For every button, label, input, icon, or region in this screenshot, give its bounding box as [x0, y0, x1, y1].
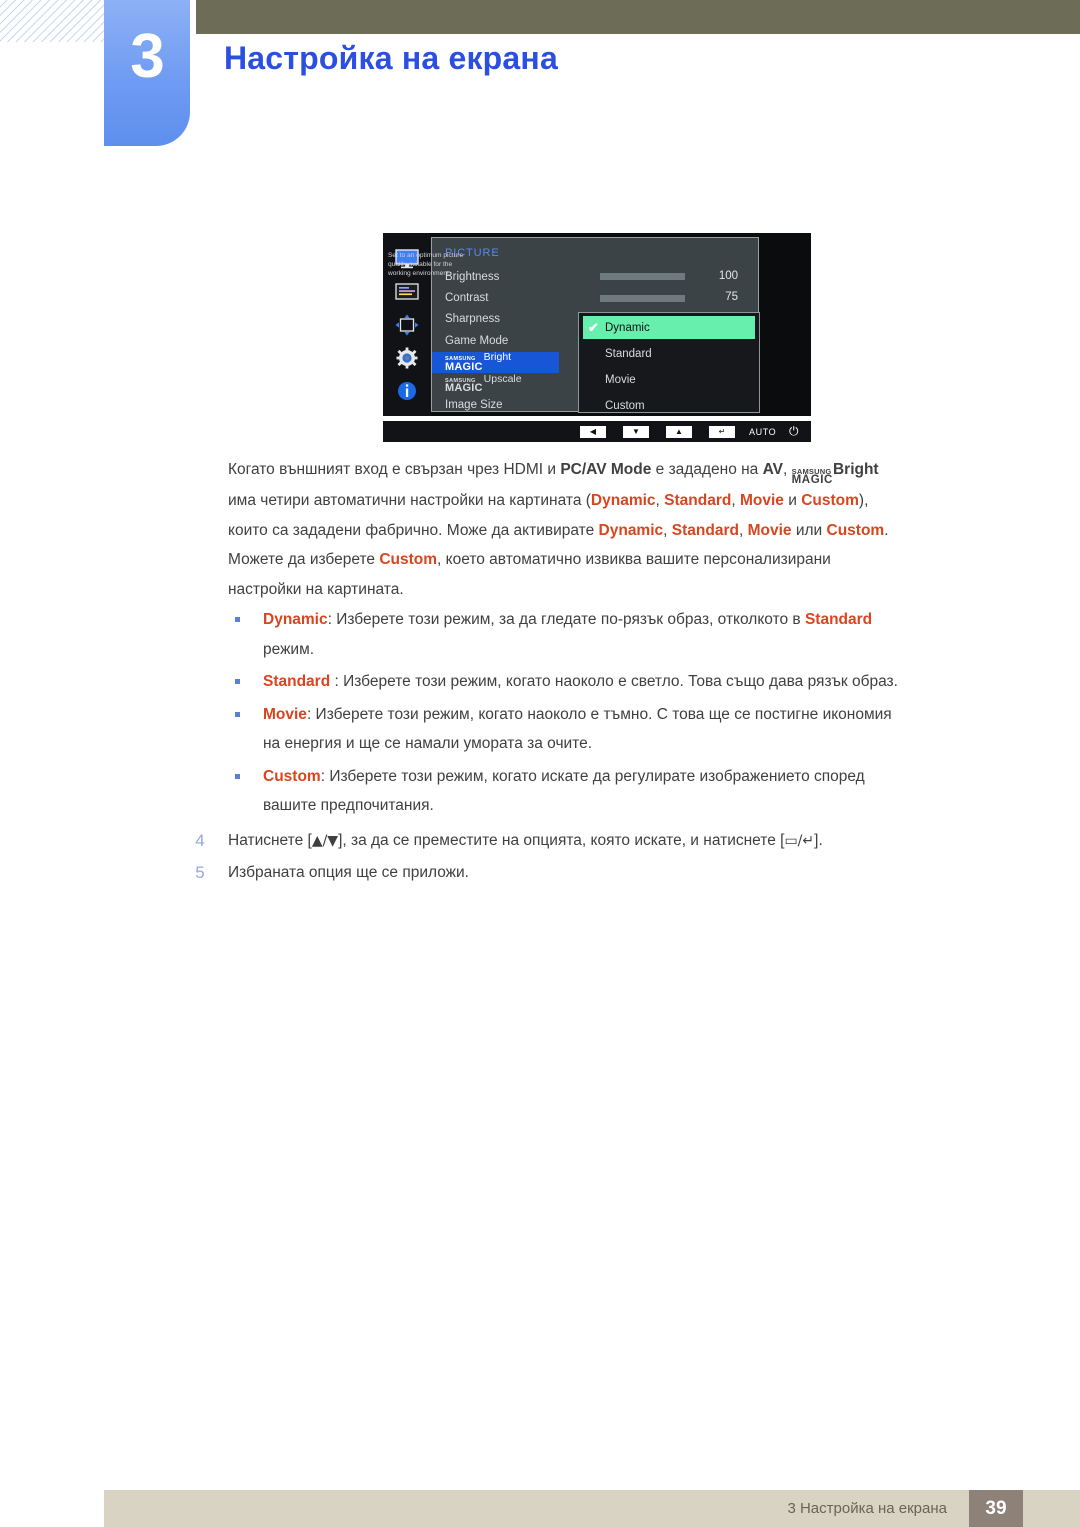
osd-menu-item-brightness[interactable]: Brightness 100 [432, 266, 758, 287]
bullet-keyword: Movie [263, 705, 307, 723]
osd-menu-panel: PICTURE Brightness 100 Contrast 75 Sharp… [431, 237, 760, 413]
intro-paragraph: Когато външният вход е свързан чрез HDMI… [228, 455, 1018, 604]
dropdown-option-label: Custom [605, 399, 645, 412]
system-arrows-icon[interactable] [394, 314, 420, 336]
dropdown-option-standard[interactable]: Standard [583, 342, 755, 365]
dropdown-option-label: Dynamic [605, 321, 650, 334]
step-number: 5 [195, 863, 205, 882]
slider-track [600, 294, 685, 302]
menu-label: Sharpness [445, 313, 500, 326]
keyword-av: AV [762, 461, 783, 478]
bullet-icon [235, 617, 240, 622]
step-number: 4 [195, 831, 205, 850]
menu-label: SAMSUNG MAGIC Bright [445, 351, 511, 373]
magic-suffix: Upscale [483, 372, 522, 385]
menu-label: Image Size [445, 399, 503, 412]
menu-label: Game Mode [445, 334, 509, 347]
page-title: Настройка на екрана [224, 40, 558, 76]
list-item: Movie: Изберете този режим, когато наоко… [235, 700, 1025, 759]
chapter-tab: 3 [104, 0, 190, 146]
mode-bullet-list: Dynamic: Изберете този режим, за да глед… [235, 605, 1025, 824]
key-left-icon[interactable]: ◀ [580, 425, 606, 438]
list-item: Custom: Изберете този режим, когато иска… [235, 762, 1025, 821]
contrast-value: 75 [725, 291, 738, 304]
power-icon[interactable]: ⏻ [789, 424, 799, 439]
magicbright-dropdown[interactable]: ✔ Dynamic Standard Movie Custom [578, 312, 760, 413]
magic-suffix: Bright [483, 351, 512, 364]
brightness-slider[interactable] [600, 266, 685, 287]
setup-gear-icon[interactable] [394, 347, 420, 369]
bullet-icon [235, 711, 240, 717]
dropdown-option-label: Standard [605, 347, 652, 360]
numbered-steps: 4 Натиснете [▲/▼], за да се преместите н… [190, 825, 1030, 889]
magic-word: MAGIC [445, 382, 483, 395]
list-item: Standard : Изберете този режим, когато н… [235, 667, 1025, 697]
footer-breadcrumb: 3 Настройка на екрана [787, 1500, 947, 1517]
key-enter-icon[interactable]: ↵ [709, 425, 735, 438]
arrow-keys-icon: ▲/▼ [311, 833, 339, 849]
step-5: 5 Избраната опция ще се приложи. [190, 857, 1030, 889]
osd-tooltip-text: Set to an optimum picture quality suitab… [388, 252, 464, 278]
list-item: Dynamic: Изберете този режим, за да глед… [235, 605, 1025, 664]
bullet-icon [235, 679, 240, 684]
magic-word: MAGIC [445, 361, 483, 374]
page-number: 39 [969, 1490, 1023, 1527]
menu-label: Contrast [445, 292, 489, 305]
chapter-number: 3 [130, 22, 164, 91]
bullet-keyword: Dynamic [263, 611, 328, 628]
menu-label: SAMSUNG MAGIC Upscale [445, 373, 522, 395]
keyword-pc-av-mode: PC/AV Mode [560, 461, 652, 478]
osd-menu-item-contrast[interactable]: Contrast 75 [432, 287, 758, 308]
key-down-icon[interactable]: ▼ [623, 425, 649, 438]
dropdown-option-custom[interactable]: Custom [583, 394, 755, 417]
bullet-keyword: Standard [263, 673, 331, 690]
bullet-keyword: Custom [263, 767, 321, 785]
magicbright-inline-logo: SAMSUNG MAGIC Bright [791, 461, 879, 486]
key-up-icon[interactable]: ▲ [666, 425, 692, 438]
osd-screenshot: PICTURE Brightness 100 Contrast 75 Sharp… [383, 233, 811, 442]
osd-tooltip-pane [760, 233, 811, 416]
bullet-icon [235, 773, 240, 779]
osd-key-bar: ◀ ▼ ▲ ↵ AUTO ⏻ [383, 421, 811, 442]
slider-track [600, 273, 685, 281]
dropdown-option-label: Movie [605, 373, 636, 386]
key-auto-label[interactable]: AUTO [749, 427, 776, 437]
dropdown-option-dynamic[interactable]: ✔ Dynamic [583, 316, 755, 339]
osd-menu-item-magicbright[interactable]: SAMSUNG MAGIC Bright [432, 351, 559, 373]
dropdown-option-movie[interactable]: Movie [583, 368, 755, 391]
picture-icon[interactable] [394, 281, 420, 303]
step-4: 4 Натиснете [▲/▼], за да се преместите н… [190, 825, 1030, 857]
para-text: Когато външният вход е свързан чрез HDMI… [228, 461, 561, 478]
brightness-value: 100 [718, 269, 738, 282]
information-icon[interactable] [394, 380, 420, 402]
hatch-decoration [0, 0, 110, 42]
header-bar [196, 0, 1080, 34]
contrast-slider[interactable] [600, 287, 685, 308]
check-icon: ✔ [588, 320, 599, 335]
enter-key-icon: ▭/↵ [784, 833, 815, 849]
osd-panel: PICTURE Brightness 100 Contrast 75 Sharp… [383, 233, 811, 416]
